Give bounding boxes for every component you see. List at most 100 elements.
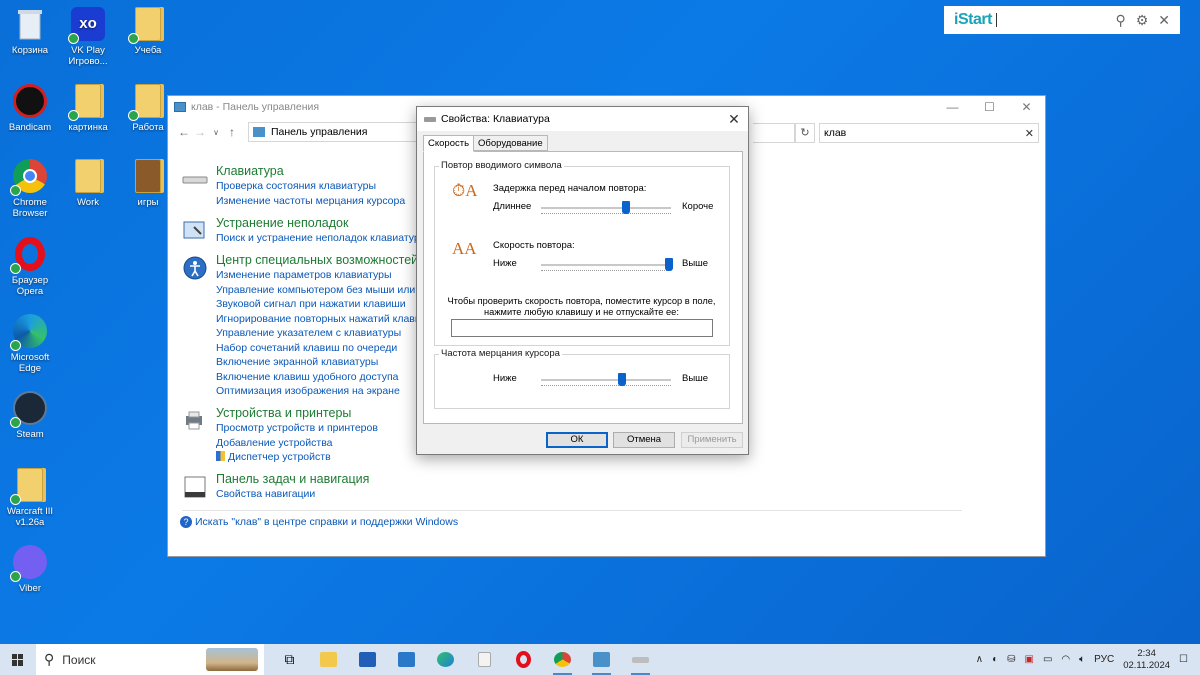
tab-hardware[interactable]: Оборудование [473,135,548,151]
security-icon[interactable]: ▣ [1025,654,1034,665]
close-button[interactable]: ✕ [1008,100,1045,114]
chevron-down-icon[interactable]: ∨ [208,128,224,137]
group-character-repeat: Повтор вводимого символа ⏱A Задержка пер… [434,160,730,346]
taskbar-notepad[interactable] [465,644,504,675]
desktop-icon-warcraft[interactable]: Warcraft III v1.26a [0,467,60,528]
address-bar-end[interactable] [753,123,795,143]
repeat-test-input[interactable] [451,319,713,337]
webcam-icon[interactable]: ◐ [992,654,998,665]
tab-speed[interactable]: Скорость [423,135,475,152]
link-cursor-blink-rate[interactable]: Изменение частоты мерцания курсора [216,194,405,209]
category-title[interactable]: Устройства и принтеры [216,406,378,421]
link-device-manager[interactable]: Диспетчер устройств [216,450,378,465]
taskbar-edge[interactable] [426,644,465,675]
taskbar-control-panel[interactable] [582,644,621,675]
chevron-up-icon[interactable]: ∧ [976,654,983,665]
forward-arrow-icon[interactable]: → [192,125,208,139]
store-icon [359,652,376,667]
link-view-devices[interactable]: Просмотр устройств и принтеров [216,421,378,436]
taskbar-explorer[interactable] [309,644,348,675]
taskbar-mail[interactable] [387,644,426,675]
clear-search-icon[interactable]: ✕ [1025,127,1034,140]
link-shortcut-keys[interactable]: Включение клавиш удобного доступа [216,370,440,385]
desktop-icon-work[interactable]: Work [58,158,118,208]
notifications-icon[interactable]: ☐ [1179,654,1188,665]
refresh-icon[interactable]: ↻ [795,123,815,143]
taskbar-search[interactable]: ⚲ Поиск [36,644,264,675]
desktop-icon-recycle-bin[interactable]: Корзина [0,6,60,56]
istart-search-box[interactable]: iStart ⚲ ⚙ ✕ [944,6,1180,34]
clock[interactable]: 2:34 02.11.2024 [1123,648,1170,672]
language-indicator[interactable]: РУС [1094,654,1114,665]
rate-min-label: Ниже [493,258,517,269]
slider-track [541,207,671,209]
link-mouse-keys[interactable]: Управление указателем с клавиатуры [216,326,440,341]
search-highlight-image[interactable] [206,648,258,671]
link-keyboard-troubleshoot[interactable]: Поиск и устранение неполадок клавиатуры [216,231,427,246]
taskbar-keyboard-properties[interactable] [621,644,660,675]
link-change-keyboard-settings[interactable]: Изменение параметров клавиатуры [216,268,440,283]
desktop-icon-vk-play[interactable]: xo VK Play Игрово... [58,6,118,67]
task-view-icon: ⧉ [284,651,295,667]
task-view-button[interactable]: ⧉ [270,644,309,675]
category-title[interactable]: Центр специальных возможностей [216,253,440,268]
link-onscreen-keyboard[interactable]: Включение экранной клавиатуры [216,355,440,370]
maximize-button[interactable]: ☐ [971,100,1008,114]
link-use-without-mouse[interactable]: Управление компьютером без мыши или клав [216,283,440,298]
link-sticky-keys[interactable]: Набор сочетаний клавиш по очереди [216,341,440,356]
search-icon[interactable]: ⚲ [1115,12,1125,29]
taskbar-opera[interactable] [504,644,543,675]
slider-thumb[interactable] [665,258,673,271]
desktop-icon-ucheba[interactable]: Учеба [118,6,178,56]
group-label: Частота мерцания курсора [439,348,562,359]
cancel-button[interactable]: Отмена [613,432,675,448]
link-add-device[interactable]: Добавление устройства [216,436,378,451]
search-input[interactable]: клав ✕ [819,123,1039,143]
category-title[interactable]: Устранение неполадок [216,216,427,231]
ok-button[interactable]: ОК [546,432,608,448]
desktop-icon-chrome[interactable]: Chrome Browser [0,158,60,219]
battery-icon[interactable]: ▭ [1043,654,1052,665]
back-arrow-icon[interactable]: ← [176,125,192,139]
link-keypress-sound[interactable]: Звуковой сигнал при нажатии клавиши [216,297,440,312]
desktop-icon-bandicam[interactable]: Bandicam [0,83,60,133]
desktop-icon-opera[interactable]: Браузер Opera [0,236,60,297]
gear-icon[interactable]: ⚙ [1136,12,1149,29]
dialog-titlebar[interactable]: Свойства: Клавиатура ✕ [417,107,748,131]
folder-icon [128,6,166,44]
help-search-link[interactable]: ? Искать "клав" в центре справки и подде… [180,516,458,528]
ease-of-access-icon [183,256,207,280]
close-icon[interactable]: ✕ [1158,12,1170,29]
control-panel-icon [253,127,265,137]
breadcrumb[interactable]: Панель управления [271,126,367,138]
up-arrow-icon[interactable]: ↑ [224,125,240,139]
close-button[interactable]: ✕ [720,111,748,128]
repeat-rate-slider[interactable] [541,258,673,272]
search-icon: ⚲ [44,651,55,667]
repeat-delay-slider[interactable] [541,201,671,215]
link-filter-keys[interactable]: Игнорирование повторных нажатий клавиш с [216,312,440,327]
volume-icon[interactable]: 🔈︎ [1079,654,1085,665]
taskbar-store[interactable] [348,644,387,675]
taskbar-chrome[interactable] [543,644,582,675]
wifi-icon[interactable]: ◠ [1061,654,1070,665]
folder-icon [10,467,48,505]
slider-thumb[interactable] [617,373,626,386]
minimize-button[interactable]: — [934,100,971,114]
network-tray-icon[interactable]: ⛁ [1007,654,1015,665]
desktop-icon-kartinka[interactable]: картинка [58,83,118,133]
desktop-icon-edge[interactable]: Microsoft Edge [0,313,60,374]
start-button[interactable] [0,653,36,666]
apply-button[interactable]: Применить [681,432,743,448]
link-optimize-display[interactable]: Оптимизация изображения на экране [216,384,440,399]
category-title[interactable]: Панель задач и навигация [216,472,369,487]
cursor-blink-slider[interactable] [541,373,671,387]
address-bar[interactable]: Панель управления [248,122,428,142]
desktop-icon-viber[interactable]: Viber [0,544,60,594]
category-title[interactable]: Клавиатура [216,164,405,179]
link-check-keyboard[interactable]: Проверка состояния клавиатуры [216,179,405,194]
istart-logo: iStart [954,11,992,28]
slider-thumb[interactable] [621,201,630,214]
desktop-icon-steam[interactable]: Steam [0,390,60,440]
link-navigation-properties[interactable]: Свойства навигации [216,487,369,502]
